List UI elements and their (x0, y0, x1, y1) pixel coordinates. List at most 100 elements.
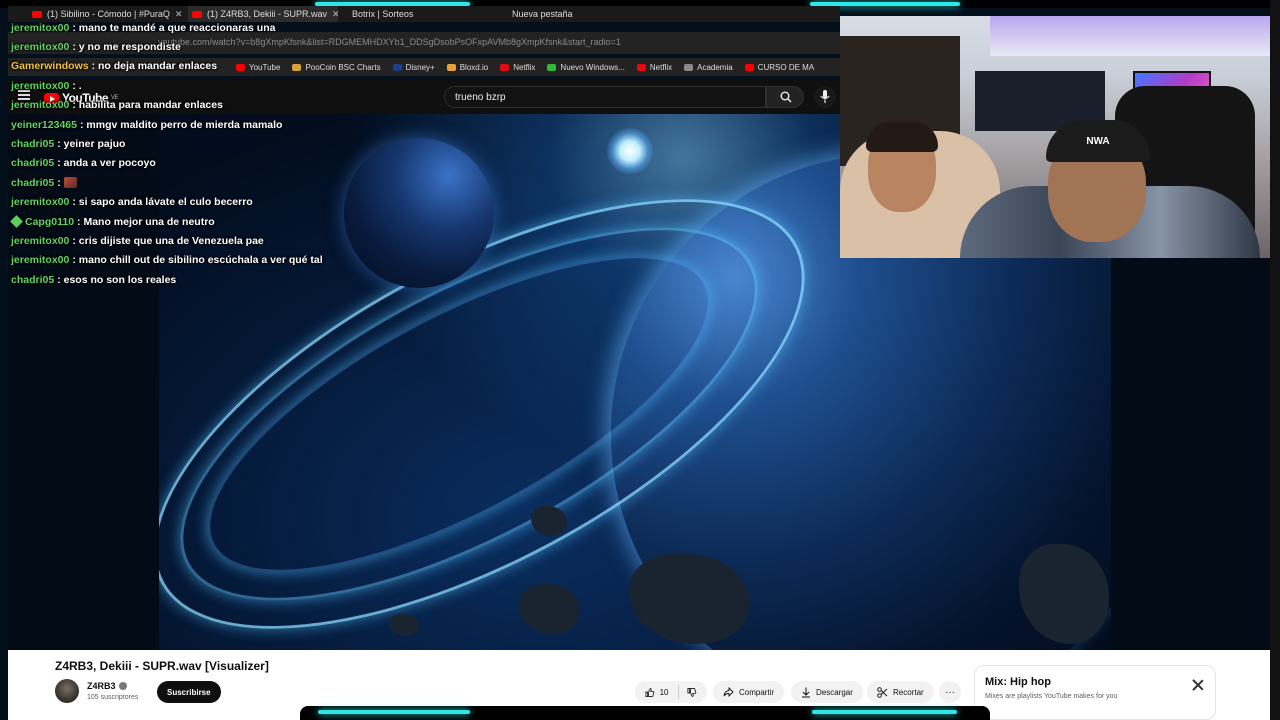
stream-screen: (1) Sibilino - Cómodo | #PuraQ ✕ (1) Z4R… (0, 0, 1280, 720)
share-button[interactable]: Compartir (713, 681, 785, 703)
clip-label: Recortar (893, 687, 924, 697)
chat-text: : cris dijiste que una de Venezuela pae (72, 234, 264, 247)
bookmark-bloxd[interactable]: Bloxd.io (446, 62, 489, 72)
chat-text: : mmgv maldito perro de mierda mamalo (79, 118, 283, 131)
mix-subtitle: Mixes are playlists YouTube makes for yo… (985, 693, 1118, 700)
bookmark-label: Academia (697, 62, 733, 72)
chat-text: : anda a ver pocoyo (57, 157, 156, 170)
chat-username[interactable]: chadri05 (11, 157, 54, 169)
search-input[interactable]: trueno bzrp (444, 86, 766, 108)
chat-message: chadri05: (11, 173, 371, 192)
youtube-icon (744, 63, 754, 71)
chat-message: chadri05: anda a ver pocoyo (11, 154, 371, 173)
chat-text: : si sapo anda lávate el culo becerro (72, 196, 253, 209)
chat-message: jeremitox00: si sapo anda lávate el culo… (11, 193, 371, 212)
chat-text: : (57, 176, 61, 189)
bookmark-netflix-2[interactable]: Netflix (636, 62, 673, 72)
microphone-icon (820, 90, 830, 103)
chat-text: : habilita para mandar enlaces (72, 99, 223, 112)
netflix-icon (636, 63, 646, 71)
disney-icon (392, 63, 402, 71)
bookmark-curso[interactable]: CURSO DE MA (744, 62, 815, 72)
chat-username[interactable]: jeremitox00 (11, 41, 69, 53)
streamer-cap: NWA (1046, 120, 1150, 162)
chat-text: : mano te mandé a que reaccionaras una (72, 21, 276, 34)
bookmark-label: Nuevo Windows... (560, 62, 625, 72)
chat-message: jeremitox00: cris dijiste que una de Ven… (11, 231, 371, 250)
voice-search-button[interactable] (814, 86, 836, 108)
youtube-favicon-icon (192, 10, 202, 18)
chat-username[interactable]: chadri05 (11, 138, 54, 150)
bookmark-netflix[interactable]: Netflix (500, 63, 535, 72)
cap-logo-text: NWA (1086, 135, 1110, 147)
star-flare-graphic (607, 128, 653, 174)
like-dislike-group: 10 (635, 681, 707, 703)
netflix-icon (500, 63, 510, 71)
chat-username[interactable]: jeremitox00 (11, 254, 69, 266)
chat-username[interactable]: jeremitox00 (11, 99, 69, 111)
chat-text: : yeiner pajuo (57, 138, 126, 151)
bookmark-disney[interactable]: Disney+ (392, 62, 435, 72)
channel-name[interactable]: Z4RB3 (87, 681, 127, 691)
chat-username[interactable]: jeremitox00 (11, 196, 69, 208)
share-icon (723, 687, 734, 697)
asteroid-graphic (519, 584, 579, 634)
divider (677, 685, 679, 699)
download-button[interactable]: Descargar (791, 681, 863, 703)
chat-username[interactable]: Capg0110 (25, 216, 74, 228)
channel-avatar[interactable] (55, 679, 79, 703)
bookmark-label: CURSO DE MA (757, 62, 815, 72)
chat-username[interactable]: Gamerwindows (11, 60, 89, 72)
streamer-left-hair (866, 122, 938, 152)
chat-username[interactable]: yeiner123465 (11, 119, 77, 131)
bookmark-label: Netflix (649, 62, 673, 72)
chat-message: yeiner123465: mmgv maldito perro de mier… (11, 115, 371, 134)
tab-new[interactable]: Nueva pestaña (508, 6, 658, 22)
bookmark-academia[interactable]: Academia (684, 63, 733, 72)
bookmark-label: Bloxd.io (459, 62, 489, 72)
like-count[interactable]: 10 (660, 688, 669, 697)
chat-message: jeremitox00: habilita para mandar enlace… (11, 96, 371, 115)
thumbs-down-icon[interactable] (687, 687, 697, 698)
windows-icon (547, 63, 557, 71)
chat-message: jeremitox00: mano te mandé a que reaccio… (11, 18, 371, 37)
subscribe-button[interactable]: Suscribirse (157, 681, 221, 703)
chat-overlay: jeremitox00: mano te mandé a que reaccio… (10, 18, 371, 289)
chat-text: : mano chill out de sibilino escúchala a… (72, 254, 323, 267)
tab-label: Nueva pestaña (512, 9, 573, 19)
thumbs-up-icon[interactable] (645, 687, 655, 698)
search-button[interactable] (766, 86, 804, 108)
chat-username[interactable]: jeremitox00 (11, 80, 69, 92)
chat-badge-icon (10, 215, 23, 228)
globe-icon (684, 63, 694, 71)
bloxd-icon (446, 63, 456, 71)
clip-button[interactable]: Recortar (867, 681, 934, 703)
chat-username[interactable]: jeremitox00 (11, 22, 69, 34)
chat-message: chadri05: esos no son los reales (11, 270, 371, 289)
bookmark-windows[interactable]: Nuevo Windows... (547, 62, 625, 72)
close-icon[interactable] (1191, 678, 1205, 692)
scissors-icon (877, 686, 888, 698)
youtube-favicon-icon (32, 10, 42, 18)
mix-title: Mix: Hip hop (985, 676, 1051, 688)
bookmark-label: Disney+ (405, 62, 435, 72)
chat-emote-icon (63, 177, 77, 189)
chat-text: : esos no son los reales (57, 273, 177, 286)
chat-username[interactable]: chadri05 (11, 177, 54, 189)
verified-icon (118, 682, 127, 690)
chat-username[interactable]: chadri05 (11, 274, 54, 286)
chat-text: : y no me respondiste (72, 41, 181, 54)
chat-text: : . (72, 79, 82, 92)
chat-text: : no deja mandar enlaces (91, 60, 218, 73)
right-edge-panel (1270, 0, 1280, 720)
more-actions-button[interactable]: ··· (939, 681, 961, 703)
chat-text: : Mano mejor una de neutro (77, 215, 215, 228)
channel-name-text[interactable]: Z4RB3 (87, 681, 116, 691)
download-label: Descargar (816, 687, 853, 697)
chat-message: chadri05: yeiner pajuo (11, 134, 371, 153)
frame-bottom-edge (0, 706, 1280, 720)
search-value[interactable]: trueno bzrp (455, 92, 506, 103)
search-icon (780, 91, 792, 103)
asteroid-graphic (629, 554, 749, 644)
chat-username[interactable]: jeremitox00 (11, 235, 69, 247)
